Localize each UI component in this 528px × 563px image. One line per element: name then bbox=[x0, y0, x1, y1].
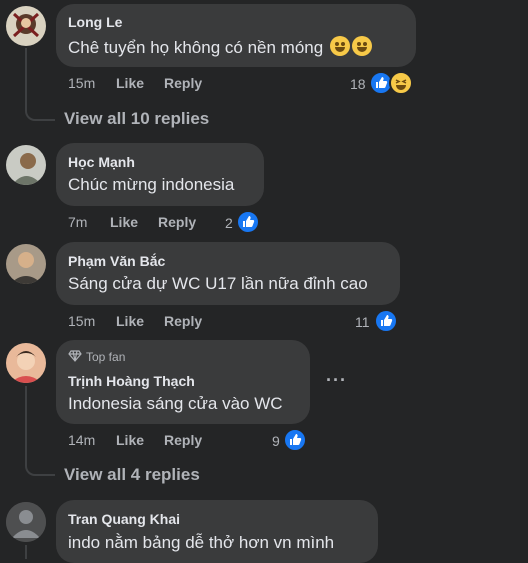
reply-button[interactable]: Reply bbox=[164, 432, 202, 448]
thumbs-up-icon[interactable] bbox=[374, 309, 398, 333]
grinning-tears-emoji bbox=[351, 36, 372, 56]
reaction-count[interactable]: 2 bbox=[225, 215, 233, 231]
avatar[interactable] bbox=[6, 145, 46, 185]
reply-thread-hook bbox=[25, 455, 55, 476]
reply-thread-hook bbox=[25, 100, 55, 121]
comment-text: Chê tuyển họ không có nền móng bbox=[68, 36, 372, 58]
haha-reaction-icon[interactable] bbox=[389, 71, 413, 95]
comment-timestamp[interactable]: 14m bbox=[68, 432, 95, 448]
comment-timestamp[interactable]: 15m bbox=[68, 313, 95, 329]
reply-button[interactable]: Reply bbox=[164, 313, 202, 329]
thumbs-up-icon[interactable] bbox=[283, 428, 307, 452]
diamond-icon bbox=[68, 350, 82, 362]
commenter-name[interactable]: Trịnh Hoàng Thạch bbox=[68, 373, 195, 389]
reply-thread-line bbox=[25, 48, 27, 104]
avatar[interactable] bbox=[6, 6, 46, 46]
reaction-count[interactable]: 18 bbox=[350, 76, 366, 92]
more-options-button[interactable]: ··· bbox=[326, 370, 347, 391]
thumbs-up-icon[interactable] bbox=[236, 210, 260, 234]
comment-bubble bbox=[56, 500, 378, 563]
comment-timestamp[interactable]: 7m bbox=[68, 214, 87, 230]
reply-button[interactable]: Reply bbox=[158, 214, 196, 230]
commenter-name[interactable]: Học Mạnh bbox=[68, 154, 135, 170]
comment-timestamp[interactable]: 15m bbox=[68, 75, 95, 91]
reply-button[interactable]: Reply bbox=[164, 75, 202, 91]
comment-text: Sáng cửa dự WC U17 lần nữa đỉnh cao bbox=[68, 274, 368, 293]
comment-text-content: Chê tuyển họ không có nền móng bbox=[68, 38, 324, 57]
like-button[interactable]: Like bbox=[116, 313, 144, 329]
comment-text: Chúc mừng indonesia bbox=[68, 175, 235, 194]
like-button[interactable]: Like bbox=[110, 214, 138, 230]
like-button[interactable]: Like bbox=[116, 75, 144, 91]
avatar[interactable] bbox=[6, 343, 46, 383]
top-fan-badge: Top fan bbox=[68, 350, 125, 364]
commenter-name[interactable]: Long Le bbox=[68, 14, 122, 30]
reaction-count[interactable]: 9 bbox=[272, 433, 280, 449]
commenter-name[interactable]: Phạm Văn Bắc bbox=[68, 253, 165, 269]
reply-thread-line bbox=[25, 545, 27, 559]
reaction-count[interactable]: 11 bbox=[355, 314, 370, 330]
view-replies-link[interactable]: View all 10 replies bbox=[64, 109, 209, 129]
comment-text: Indonesia sáng cửa vào WC bbox=[68, 394, 283, 413]
avatar[interactable] bbox=[6, 244, 46, 284]
commenter-name[interactable]: Tran Quang Khai bbox=[68, 511, 180, 527]
avatar[interactable] bbox=[6, 502, 46, 542]
top-fan-label: Top fan bbox=[86, 350, 126, 364]
reply-thread-line bbox=[25, 386, 27, 461]
view-replies-link[interactable]: View all 4 replies bbox=[64, 465, 200, 485]
grinning-tears-emoji bbox=[329, 36, 350, 56]
like-button[interactable]: Like bbox=[116, 432, 144, 448]
comment-text: indo nằm bảng dễ thở hơn vn mình bbox=[68, 533, 335, 552]
